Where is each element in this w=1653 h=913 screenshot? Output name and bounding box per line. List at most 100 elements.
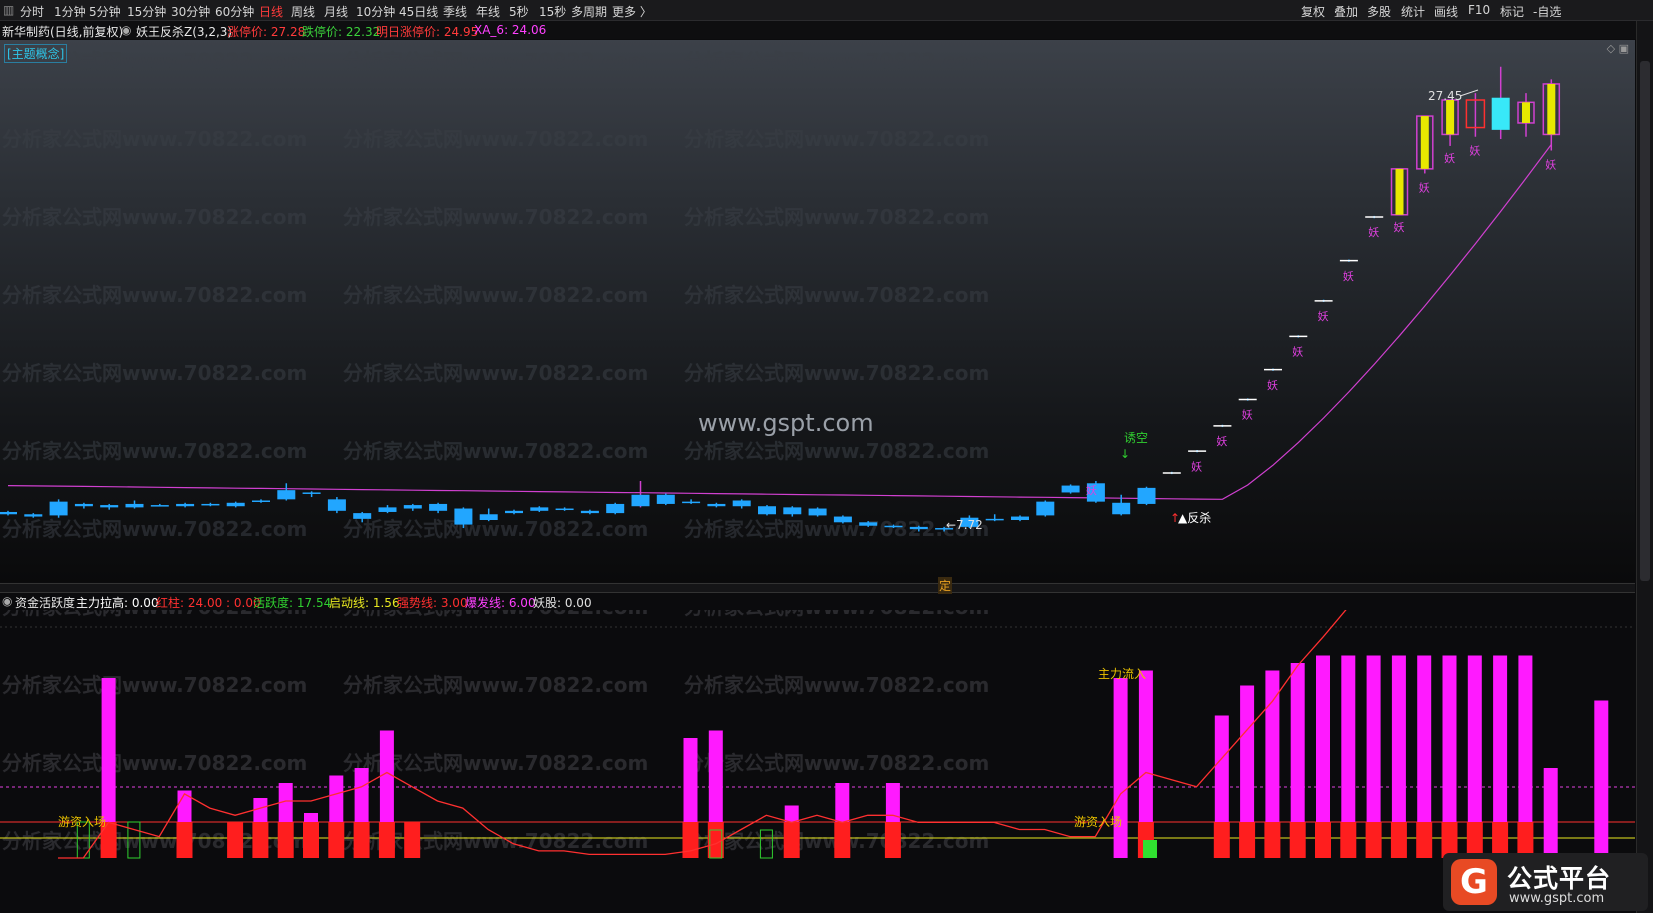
yao-marker: 妖	[1444, 151, 1455, 165]
ind-monster: 妖股: 0.00	[533, 596, 592, 610]
red-bar	[884, 822, 901, 858]
limit-down-price: 跌停价: 22.32	[302, 25, 381, 39]
indicator-name[interactable]: 妖王反杀Z(3,2,3)	[136, 23, 232, 40]
candle-body	[530, 507, 549, 511]
watermark-tile: 分析家公式网www.70822.com	[343, 610, 648, 619]
watermark-tile: 分析家公式网www.70822.com	[684, 439, 989, 463]
yao-marker: 妖	[1318, 309, 1329, 323]
yao-marker: 妖	[1368, 225, 1379, 239]
main-inflow-label: 主力流入	[1098, 667, 1146, 681]
ind-main-pull: 主力拉高: 0.00	[76, 596, 159, 610]
candle-body	[1491, 97, 1510, 130]
watermark-tile: 分析家公式网www.70822.com	[343, 517, 648, 541]
period-tab-6[interactable]: 日线	[259, 3, 283, 20]
period-tab-1[interactable]: 1分钟	[54, 3, 86, 20]
candle-body	[150, 505, 169, 507]
watermark-tile: 分析家公式网www.70822.com	[2, 751, 307, 775]
candle-body	[226, 502, 245, 507]
candle-body	[707, 503, 726, 507]
yao-marker: 妖	[1267, 378, 1278, 392]
candle-body	[732, 500, 751, 507]
watermark-tile: 分析家公式网www.70822.com	[684, 49, 989, 73]
ind-start-line: 启动线: 1.56	[329, 596, 400, 610]
indicator-toggle-icon[interactable]: ◉	[121, 23, 131, 37]
activity-bar	[1594, 700, 1609, 858]
watermark-tile: 分析家公式网www.70822.com	[343, 49, 648, 73]
chart-option-icons[interactable]: ◇ ▣	[1607, 42, 1629, 55]
chart-title-bar: 新华制药(日线,前复权) ◉ 妖王反杀Z(3,2,3) 涨停价: 27.28 跌…	[0, 21, 1653, 39]
candle-body	[985, 518, 1004, 521]
yao-marker: 妖	[1242, 408, 1253, 422]
period-tab-11[interactable]: 季线	[443, 3, 467, 20]
tool-button-6[interactable]: 标记	[1500, 3, 1524, 20]
ind-strong-line: 强势线: 3.00	[397, 596, 468, 610]
brand-name: 公式平台	[1507, 864, 1612, 893]
xa6-value: XA_6: 24.06	[474, 23, 547, 37]
candle-body	[1061, 485, 1080, 493]
yao-marker: 妖	[1216, 434, 1227, 448]
red-bar	[1315, 822, 1331, 858]
period-tab-9[interactable]: 10分钟	[356, 3, 395, 20]
period-tab-2[interactable]: 5分钟	[89, 3, 121, 20]
period-tab-3[interactable]: 15分钟	[127, 3, 166, 20]
period-tab-16[interactable]: 更多 〉	[612, 3, 652, 20]
candle-body	[656, 494, 675, 504]
green-bar	[1143, 840, 1157, 858]
tool-button-2[interactable]: 多股	[1367, 3, 1391, 20]
toolbar-menu-icon[interactable]: ▥	[3, 3, 14, 17]
red-bar	[834, 822, 851, 858]
candle-body	[1011, 516, 1029, 520]
candle-fill	[1522, 102, 1530, 123]
period-tab-7[interactable]: 周线	[291, 3, 315, 20]
period-tab-8[interactable]: 月线	[324, 3, 348, 20]
yao-marker: 妖	[1469, 144, 1480, 158]
scrollbar-thumb[interactable]	[1640, 61, 1650, 581]
candle-body	[1137, 487, 1156, 504]
tool-button-7[interactable]: -自选	[1533, 3, 1561, 20]
candle-body	[100, 505, 119, 508]
red-bar	[227, 822, 244, 858]
watermark-tile: 分析家公式网www.70822.com	[684, 127, 989, 151]
red-bar	[378, 822, 395, 858]
low-price-label: ←7.72	[946, 518, 983, 532]
period-tab-15[interactable]: 多周期	[571, 3, 607, 20]
red-bar	[1416, 822, 1433, 858]
period-tab-5[interactable]: 60分钟	[215, 3, 254, 20]
red-bar	[404, 822, 421, 858]
period-tab-12[interactable]: 年线	[476, 3, 500, 20]
candlestick-chart[interactable]: 分析家公式网www.70822.com 分析家公式网www.70822.com 分析…	[0, 40, 1635, 582]
indicator-toggle-icon[interactable]: ◉	[2, 594, 12, 608]
brand-logo-icon: G	[1451, 859, 1497, 905]
main-chart-svg: 分析家公式网www.70822.com 分析家公式网www.70822.com 分析…	[0, 49, 1561, 541]
period-tab-4[interactable]: 30分钟	[171, 3, 210, 20]
tool-button-1[interactable]: 叠加	[1334, 3, 1358, 20]
red-bar	[328, 822, 345, 858]
yao-marker: 妖	[1394, 220, 1405, 234]
candle-body	[682, 501, 701, 504]
red-bar	[1289, 822, 1306, 858]
candle-body	[429, 503, 448, 511]
period-tab-0[interactable]: 分时	[20, 3, 44, 20]
activity-bar	[1543, 768, 1558, 858]
vertical-scrollbar[interactable]	[1636, 21, 1653, 913]
yao-marker: 妖	[1419, 180, 1430, 194]
tool-button-5[interactable]: F10	[1468, 3, 1490, 17]
candle-body	[176, 503, 195, 507]
watermark-tile: 分析家公式网www.70822.com	[343, 361, 648, 385]
site-watermark: www.gspt.com	[698, 409, 874, 437]
watermark-tile: 分析家公式网www.70822.com	[684, 205, 989, 229]
fund-activity-chart[interactable]: 分析家公式网www.70822.com 分析家公式网www.70822.com 分析…	[0, 610, 1635, 913]
watermark-tile: 分析家公式网www.70822.com	[684, 610, 989, 619]
indicator-title[interactable]: 资金活跃度	[15, 594, 75, 611]
tool-button-3[interactable]: 统计	[1401, 3, 1425, 20]
period-tab-13[interactable]: 5秒	[509, 3, 529, 20]
period-tab-10[interactable]: 45日线	[399, 3, 438, 20]
red-bar	[682, 822, 699, 858]
tool-button-0[interactable]: 复权	[1301, 3, 1325, 20]
tool-button-4[interactable]: 画线	[1434, 3, 1458, 20]
candle-fill	[1395, 168, 1404, 215]
concept-tag[interactable]: [主题概念]	[4, 44, 68, 63]
period-tab-14[interactable]: 15秒	[539, 3, 566, 20]
ind-red-bar: 红柱: 24.00 : 0.00	[156, 596, 261, 610]
candle-body	[353, 513, 372, 519]
